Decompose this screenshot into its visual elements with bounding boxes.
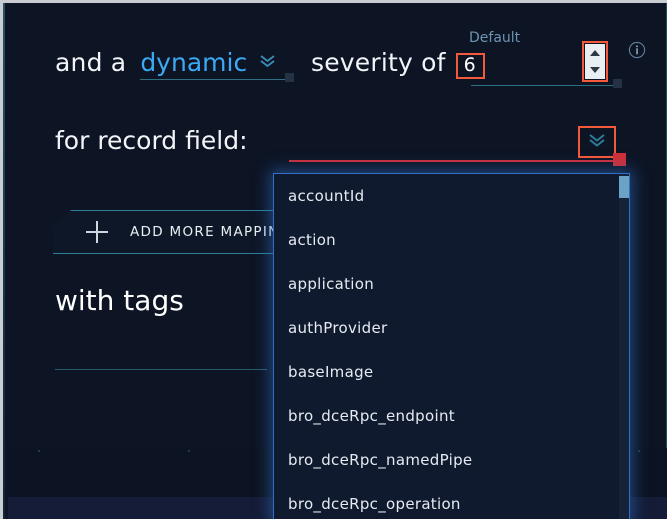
dropdown-scrollbar-thumb[interactable] — [619, 176, 629, 198]
add-more-mapping-label: ADD MORE MAPPING — [130, 224, 292, 240]
severity-type-value: dynamic — [140, 48, 248, 77]
tags-divider — [55, 369, 267, 370]
guide-dot — [188, 450, 190, 452]
dropdown-item[interactable]: bro_dceRpc_operation — [274, 482, 629, 519]
default-label: Default — [469, 30, 521, 46]
record-field-row: for record field: — [55, 126, 248, 155]
record-field-dropdown[interactable]: accountId action application authProvider ba… — [273, 173, 630, 519]
dropdown-item[interactable]: baseImage — [274, 350, 629, 394]
dropdown-item[interactable]: bro_dceRpc_endpoint — [274, 394, 629, 438]
chevron-down-icon — [259, 53, 276, 72]
severity-type-underline-cap — [285, 73, 295, 82]
dropdown-item[interactable]: bro_dceRpc_namedPipe — [274, 438, 629, 482]
triangle-up-icon[interactable] — [590, 49, 600, 56]
severity-underline — [471, 85, 613, 86]
severity-input-value: 6 — [463, 54, 476, 76]
dropdown-item[interactable]: application — [274, 262, 629, 306]
severity-input[interactable]: 6 — [455, 53, 485, 79]
guide-dot — [638, 450, 640, 452]
severity-of-label: severity of — [311, 48, 446, 77]
left-accent-rail — [3, 3, 5, 519]
severity-type-row: and a dynamic — [55, 48, 295, 82]
with-tags-heading: with tags — [55, 284, 184, 317]
record-field-label: for record field: — [55, 126, 248, 155]
severity-value-row: severity of Default 6 — [311, 30, 622, 88]
dropdown-item[interactable]: action — [274, 218, 629, 262]
info-circle-icon[interactable] — [628, 41, 646, 63]
record-field-underline-cap — [613, 153, 626, 166]
record-field-select-toggle[interactable] — [578, 126, 616, 158]
chevron-down-icon — [587, 132, 607, 152]
dropdown-item[interactable]: authProvider — [274, 306, 629, 350]
severity-stepper-inner — [585, 44, 605, 79]
severity-underline-cap — [613, 79, 622, 88]
plus-icon — [86, 221, 108, 243]
severity-type-underline — [140, 79, 286, 80]
and-a-label: and a — [55, 48, 127, 77]
dropdown-scrollbar-track[interactable] — [619, 174, 629, 519]
triangle-down-icon[interactable] — [590, 67, 600, 74]
record-field-underline-error — [289, 160, 619, 162]
severity-type-select[interactable]: dynamic — [140, 48, 295, 82]
severity-stepper[interactable] — [582, 41, 608, 82]
guide-dot — [38, 450, 40, 452]
record-field-dropdown-list[interactable]: accountId action application authProvider ba… — [274, 174, 629, 519]
app-screen: and a dynamic severity of Default 6 for … — [0, 0, 667, 519]
dropdown-item[interactable]: accountId — [274, 174, 629, 218]
